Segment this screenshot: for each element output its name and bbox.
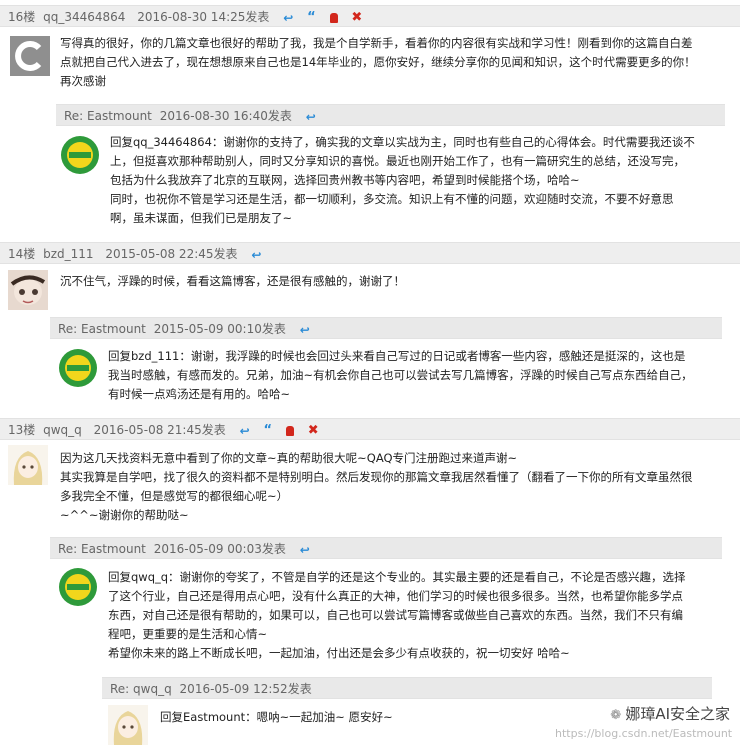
report-icon[interactable] xyxy=(329,12,338,23)
reply-icon[interactable]: ↩ xyxy=(283,7,293,27)
post-label: 发表 xyxy=(267,109,292,123)
avatar xyxy=(108,705,148,745)
reply-date: 2016-05-09 00:03 xyxy=(153,542,262,556)
reply-icon[interactable]: ↩ xyxy=(240,420,250,440)
reply-line: 同时，也祝你不管是学习还是生活，都一切顺利，多交流。知识上有不懂的问题，欢迎随时… xyxy=(110,192,674,206)
post-label: 发表 xyxy=(261,542,286,556)
watermark: ❁ 娜璋AI安全之家 https://blog.csdn.net/Eastmou… xyxy=(555,704,733,741)
delete-icon[interactable]: ✖ xyxy=(351,7,362,27)
reply-header: Re: Eastmount 2016-08-30 16:40发表 ↩ xyxy=(56,104,725,126)
quote-icon[interactable]: “ xyxy=(263,420,272,440)
reply-icon[interactable]: ↩ xyxy=(300,319,310,339)
reply-line: 了这个行业，自己还是得用点心吧，没有什么真正的大神，他们学习的时候也很多很多。当… xyxy=(108,589,683,603)
reply-date: 2015-05-09 00:10 xyxy=(153,322,262,336)
reply-line: 上，但挺喜欢那种帮助别人，同时又分享知识的喜悦。最近也刚开始工作了，也有一篇研究… xyxy=(110,154,685,168)
delete-icon[interactable]: ✖ xyxy=(308,420,319,440)
post-label: 发表 xyxy=(201,423,226,437)
reply-icon[interactable]: ↩ xyxy=(300,539,310,559)
avatar xyxy=(10,36,50,76)
reply-line: 希望你未来的路上不断成长吧，一起加油，付出还是会多少有点收获的，祝一切安好 哈哈… xyxy=(108,646,570,660)
comment-header: 13楼 qwq_q 2016-05-08 21:45发表 ↩ “ ✖ xyxy=(0,418,740,440)
avatar xyxy=(58,567,98,607)
reply-icon[interactable]: ↩ xyxy=(251,244,261,264)
post-label: 发表 xyxy=(287,682,312,696)
avatar xyxy=(58,348,98,388)
reply-title: Re: Eastmount xyxy=(58,322,146,336)
watermark-url: https://blog.csdn.net/Eastmount xyxy=(555,727,733,740)
reply-line: 有时候一点鸡汤还是有用的。哈哈~ xyxy=(108,387,291,401)
comment-header: 16楼 qq_34464864 2016-08-30 14:25发表 ↩ “ ✖ xyxy=(0,5,740,27)
comment-line: 点就把自己代入进去了，现在想想原来自己也是14年毕业的，愿你安好，继续分享你的见… xyxy=(60,55,696,69)
avatar xyxy=(8,270,48,310)
reply-line: 啊，虽未谋面，但我们已是朋友了~ xyxy=(110,211,293,225)
comment-header: 14楼 bzd_111 2015-05-08 22:45发表 ↩ xyxy=(0,242,740,264)
comment-line: 沉不住气，浮躁的时候，看看这篇博客，还是很有感触的，谢谢了！ xyxy=(60,274,405,288)
reply-title: Re: Eastmount xyxy=(64,109,152,123)
reply-line: 包括为什么我放弃了北京的互联网，选择回贵州教书等内容吧，希望到时候能搭个场，哈哈… xyxy=(110,173,580,187)
comment-date: 2015-05-08 22:45 xyxy=(105,247,214,261)
reply-line: 我当时感触，有感而发的。兄弟，加油~有机会你自己也可以尝试去写几篇博客，浮躁的时… xyxy=(108,368,693,382)
comment-date: 2016-05-08 21:45 xyxy=(93,423,202,437)
reply-date: 2016-05-09 12:52 xyxy=(179,682,288,696)
comment-body: 因为这几天找资料无意中看到了你的文章~真的帮助很大呢~QAQ专门注册跑过来道声谢… xyxy=(60,449,730,525)
report-icon[interactable] xyxy=(285,425,294,436)
reply-header: Re: Eastmount 2016-05-09 00:03发表 ↩ xyxy=(50,537,722,559)
reply-line: 回复Eastmount：嗯呐~一起加油~ 愿安好~ xyxy=(160,710,393,724)
comment-date: 2016-08-30 14:25 xyxy=(137,10,246,24)
reply-line: 回复qq_34464864：谢谢你的支持了，确实我的文章以实战为主，同时也有些自… xyxy=(110,135,695,149)
comment-body: 沉不住气，浮躁的时候，看看这篇博客，还是很有感触的，谢谢了！ xyxy=(60,272,730,291)
reply-line: 东西，对自己还是很有帮助的，如果可以，自己也可以尝试写篇博客或做些自己喜欢的东西… xyxy=(108,608,683,622)
comment-line: 多我完全不懂，但是感觉写的都很细心呢~） xyxy=(60,489,289,503)
reply-title: Re: Eastmount xyxy=(58,542,146,556)
comment-line: ~^^~谢谢你的帮助哒~ xyxy=(60,508,189,522)
reply-icon[interactable]: ↩ xyxy=(306,106,316,126)
post-label: 发表 xyxy=(261,322,286,336)
floor-number: 14楼 xyxy=(8,247,36,261)
comment-username[interactable]: bzd_111 xyxy=(43,247,93,261)
floor-number: 16楼 xyxy=(8,10,36,24)
comment-line: 写得真的很好，你的几篇文章也很好的帮助了我，我是个自学新手，看着你的内容很有实战… xyxy=(60,36,693,50)
quote-icon[interactable]: “ xyxy=(307,7,316,27)
watermark-brand: 娜璋AI安全之家 xyxy=(625,705,730,723)
reply-date: 2016-08-30 16:40 xyxy=(159,109,268,123)
reply-body: 回复bzd_111：谢谢，我浮躁的时候也会回过头来看自己写过的日记或者博客一些内… xyxy=(108,347,730,404)
reply-header: Re: Eastmount 2015-05-09 00:10发表 ↩ xyxy=(50,317,722,339)
reply-title: Re: qwq_q xyxy=(110,682,172,696)
reply-body: 回复qwq_q：谢谢你的夸奖了，不管是自学的还是这个专业的。其实最主要的还是看自… xyxy=(108,568,730,663)
comment-line: 因为这几天找资料无意中看到了你的文章~真的帮助很大呢~QAQ专门注册跑过来道声谢… xyxy=(60,451,518,465)
comment-username[interactable]: qwq_q xyxy=(43,423,82,437)
avatar xyxy=(60,135,100,175)
reply-body: 回复Eastmount：嗯呐~一起加油~ 愿安好~ xyxy=(160,708,560,727)
comment-line: 再次感谢 xyxy=(60,74,106,88)
reply-line: 回复bzd_111：谢谢，我浮躁的时候也会回过头来看自己写过的日记或者博客一些内… xyxy=(108,349,686,363)
reply-header: Re: qwq_q 2016-05-09 12:52发表 xyxy=(102,677,712,699)
comment-username[interactable]: qq_34464864 xyxy=(43,10,125,24)
avatar xyxy=(8,445,48,485)
wechat-icon: ❁ xyxy=(610,708,626,723)
floor-number: 13楼 xyxy=(8,423,36,437)
reply-body: 回复qq_34464864：谢谢你的支持了，确实我的文章以实战为主，同时也有些自… xyxy=(110,133,730,228)
reply-line: 回复qwq_q：谢谢你的夸奖了，不管是自学的还是这个专业的。其实最主要的还是看自… xyxy=(108,570,686,584)
comment-line: 其实我算是自学吧，找了很久的资料都不是特别明白。然后发现你的那篇文章我居然看懂了… xyxy=(60,470,693,484)
comment-body: 写得真的很好，你的几篇文章也很好的帮助了我，我是个自学新手，看着你的内容很有实战… xyxy=(60,34,730,91)
post-label: 发表 xyxy=(245,10,270,24)
post-label: 发表 xyxy=(213,247,238,261)
reply-line: 程吧，更重要的是生活和心情~ xyxy=(108,627,268,641)
